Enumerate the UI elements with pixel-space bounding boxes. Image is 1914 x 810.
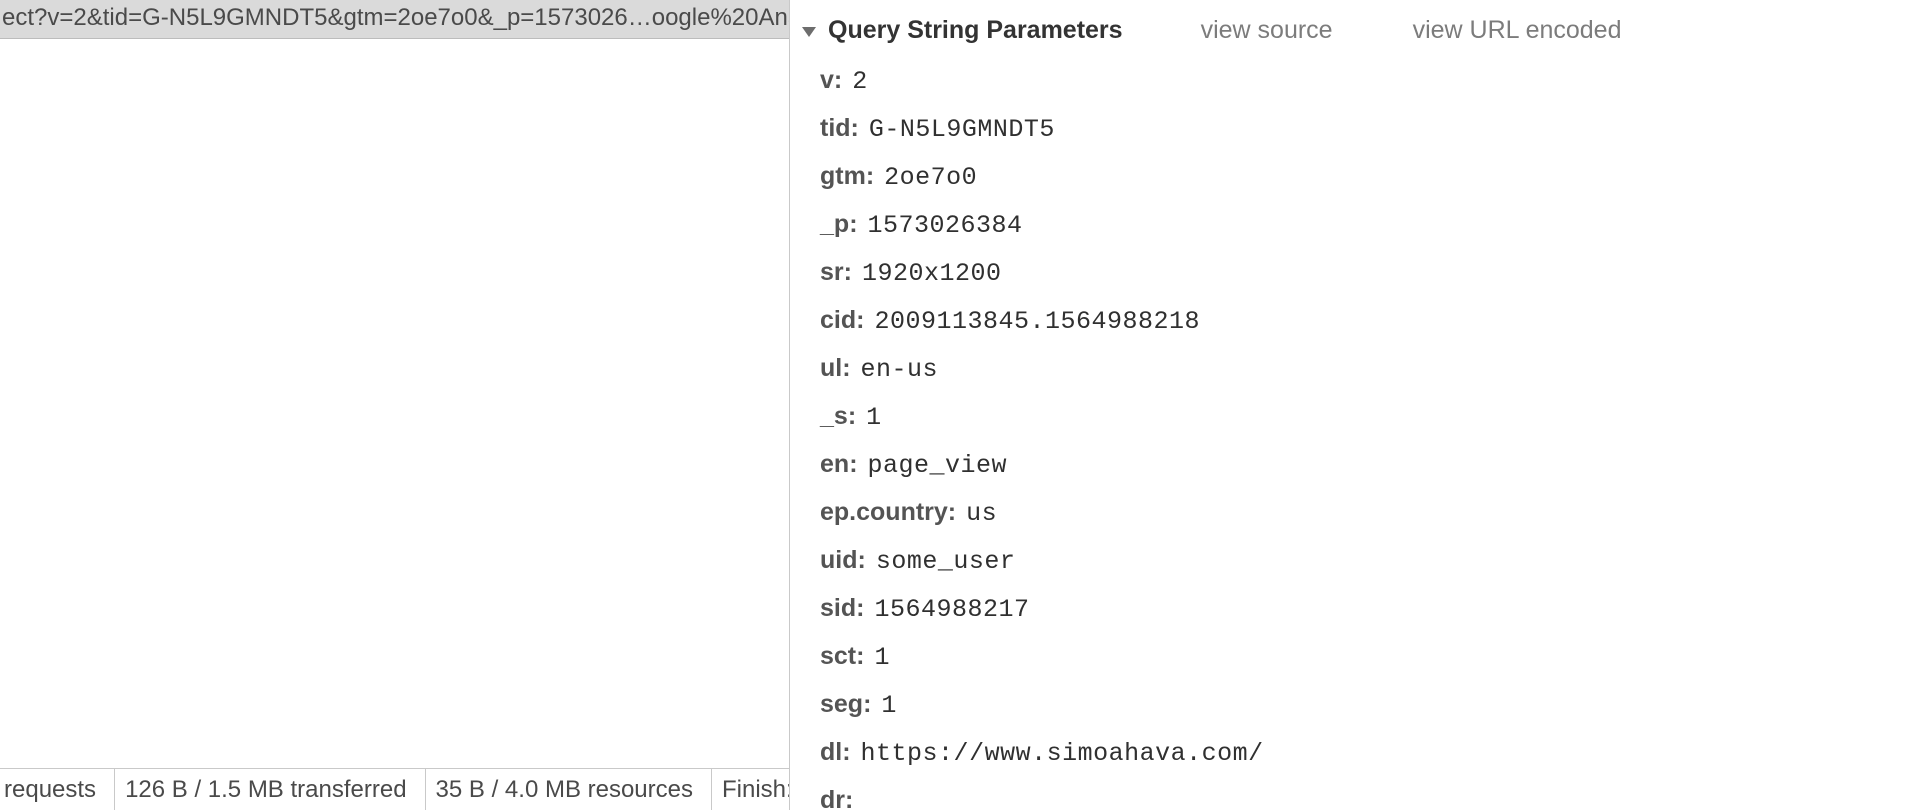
param-value: 1	[874, 640, 890, 675]
param-key: _s	[820, 399, 856, 434]
status-resources: 35 B / 4.0 MB resources	[426, 769, 712, 810]
param-value: G-N5L9GMNDT5	[869, 112, 1055, 147]
view-url-encoded-link[interactable]: view URL encoded	[1413, 16, 1622, 45]
headers-panel: Query String Parameters view source view…	[790, 0, 1914, 810]
section-links: view source view URL encoded	[1201, 16, 1622, 45]
param-key: tid	[820, 111, 859, 146]
status-requests: requests	[0, 769, 115, 810]
view-source-link[interactable]: view source	[1201, 16, 1333, 45]
query-params-list: v2 tid G-N5L9GMNDT5 gtm 2oe7o0 _p 1573026384 sr…	[790, 53, 1914, 810]
app-root: ect?v=2&tid=G-N5L9GMNDT5&gtm=2oe7o0&_p=1…	[0, 0, 1914, 810]
param-key: _p	[820, 207, 858, 242]
param-value: page_view	[868, 448, 1008, 483]
param-row: sid 1564988217	[820, 585, 1904, 633]
param-value: some_user	[876, 544, 1016, 579]
param-value: 1573026384	[868, 208, 1023, 243]
status-transferred: 126 B / 1.5 MB transferred	[115, 769, 425, 810]
param-row: v2	[820, 57, 1904, 105]
param-row: sct 1	[820, 633, 1904, 681]
param-row: en page_view	[820, 441, 1904, 489]
param-value: 1	[866, 400, 882, 435]
param-row: gtm 2oe7o0	[820, 153, 1904, 201]
param-row: dl https://www.simoahava.com/	[820, 729, 1904, 777]
param-key: ep.country	[820, 495, 956, 530]
network-requests-panel: ect?v=2&tid=G-N5L9GMNDT5&gtm=2oe7o0&_p=1…	[0, 0, 790, 810]
param-key: dl	[820, 735, 851, 770]
param-key: dr	[820, 783, 853, 810]
param-row: tid G-N5L9GMNDT5	[820, 105, 1904, 153]
param-row: sr 1920x1200	[820, 249, 1904, 297]
param-row: cid 2009113845.1564988218	[820, 297, 1904, 345]
param-value: 2oe7o0	[884, 160, 977, 195]
section-title[interactable]: Query String Parameters	[828, 16, 1123, 45]
param-row: ul en-us	[820, 345, 1904, 393]
param-row: _s 1	[820, 393, 1904, 441]
param-row: ep.country us	[820, 489, 1904, 537]
network-requests-body	[0, 39, 789, 768]
param-value: 2	[852, 64, 868, 99]
param-key: ul	[820, 351, 851, 386]
param-key: cid	[820, 303, 864, 338]
param-value: 1564988217	[874, 592, 1029, 627]
param-row: uid some_user	[820, 537, 1904, 585]
param-key: gtm	[820, 159, 874, 194]
param-row: _p 1573026384	[820, 201, 1904, 249]
param-row: seg 1	[820, 681, 1904, 729]
param-value: https://www.simoahava.com/	[861, 736, 1264, 771]
section-header: Query String Parameters view source view…	[790, 0, 1914, 53]
network-status-bar: requests 126 B / 1.5 MB transferred 35 B…	[0, 768, 789, 810]
param-value: en-us	[861, 352, 939, 387]
param-value: 2009113845.1564988218	[874, 304, 1200, 339]
param-key: uid	[820, 543, 866, 578]
param-key: en	[820, 447, 858, 482]
param-value: us	[966, 496, 997, 531]
param-key: sid	[820, 591, 864, 626]
network-request-row[interactable]: ect?v=2&tid=G-N5L9GMNDT5&gtm=2oe7o0&_p=1…	[0, 0, 789, 39]
param-key: v	[820, 63, 842, 98]
param-value: 1	[881, 688, 897, 723]
param-key: sr	[820, 255, 852, 290]
chevron-down-icon[interactable]	[802, 27, 816, 37]
param-row: dr	[820, 777, 1904, 810]
param-key: sct	[820, 639, 864, 674]
param-key: seg	[820, 687, 871, 722]
param-value: 1920x1200	[862, 256, 1002, 291]
status-finish: Finish: 5.63 s	[712, 769, 789, 810]
